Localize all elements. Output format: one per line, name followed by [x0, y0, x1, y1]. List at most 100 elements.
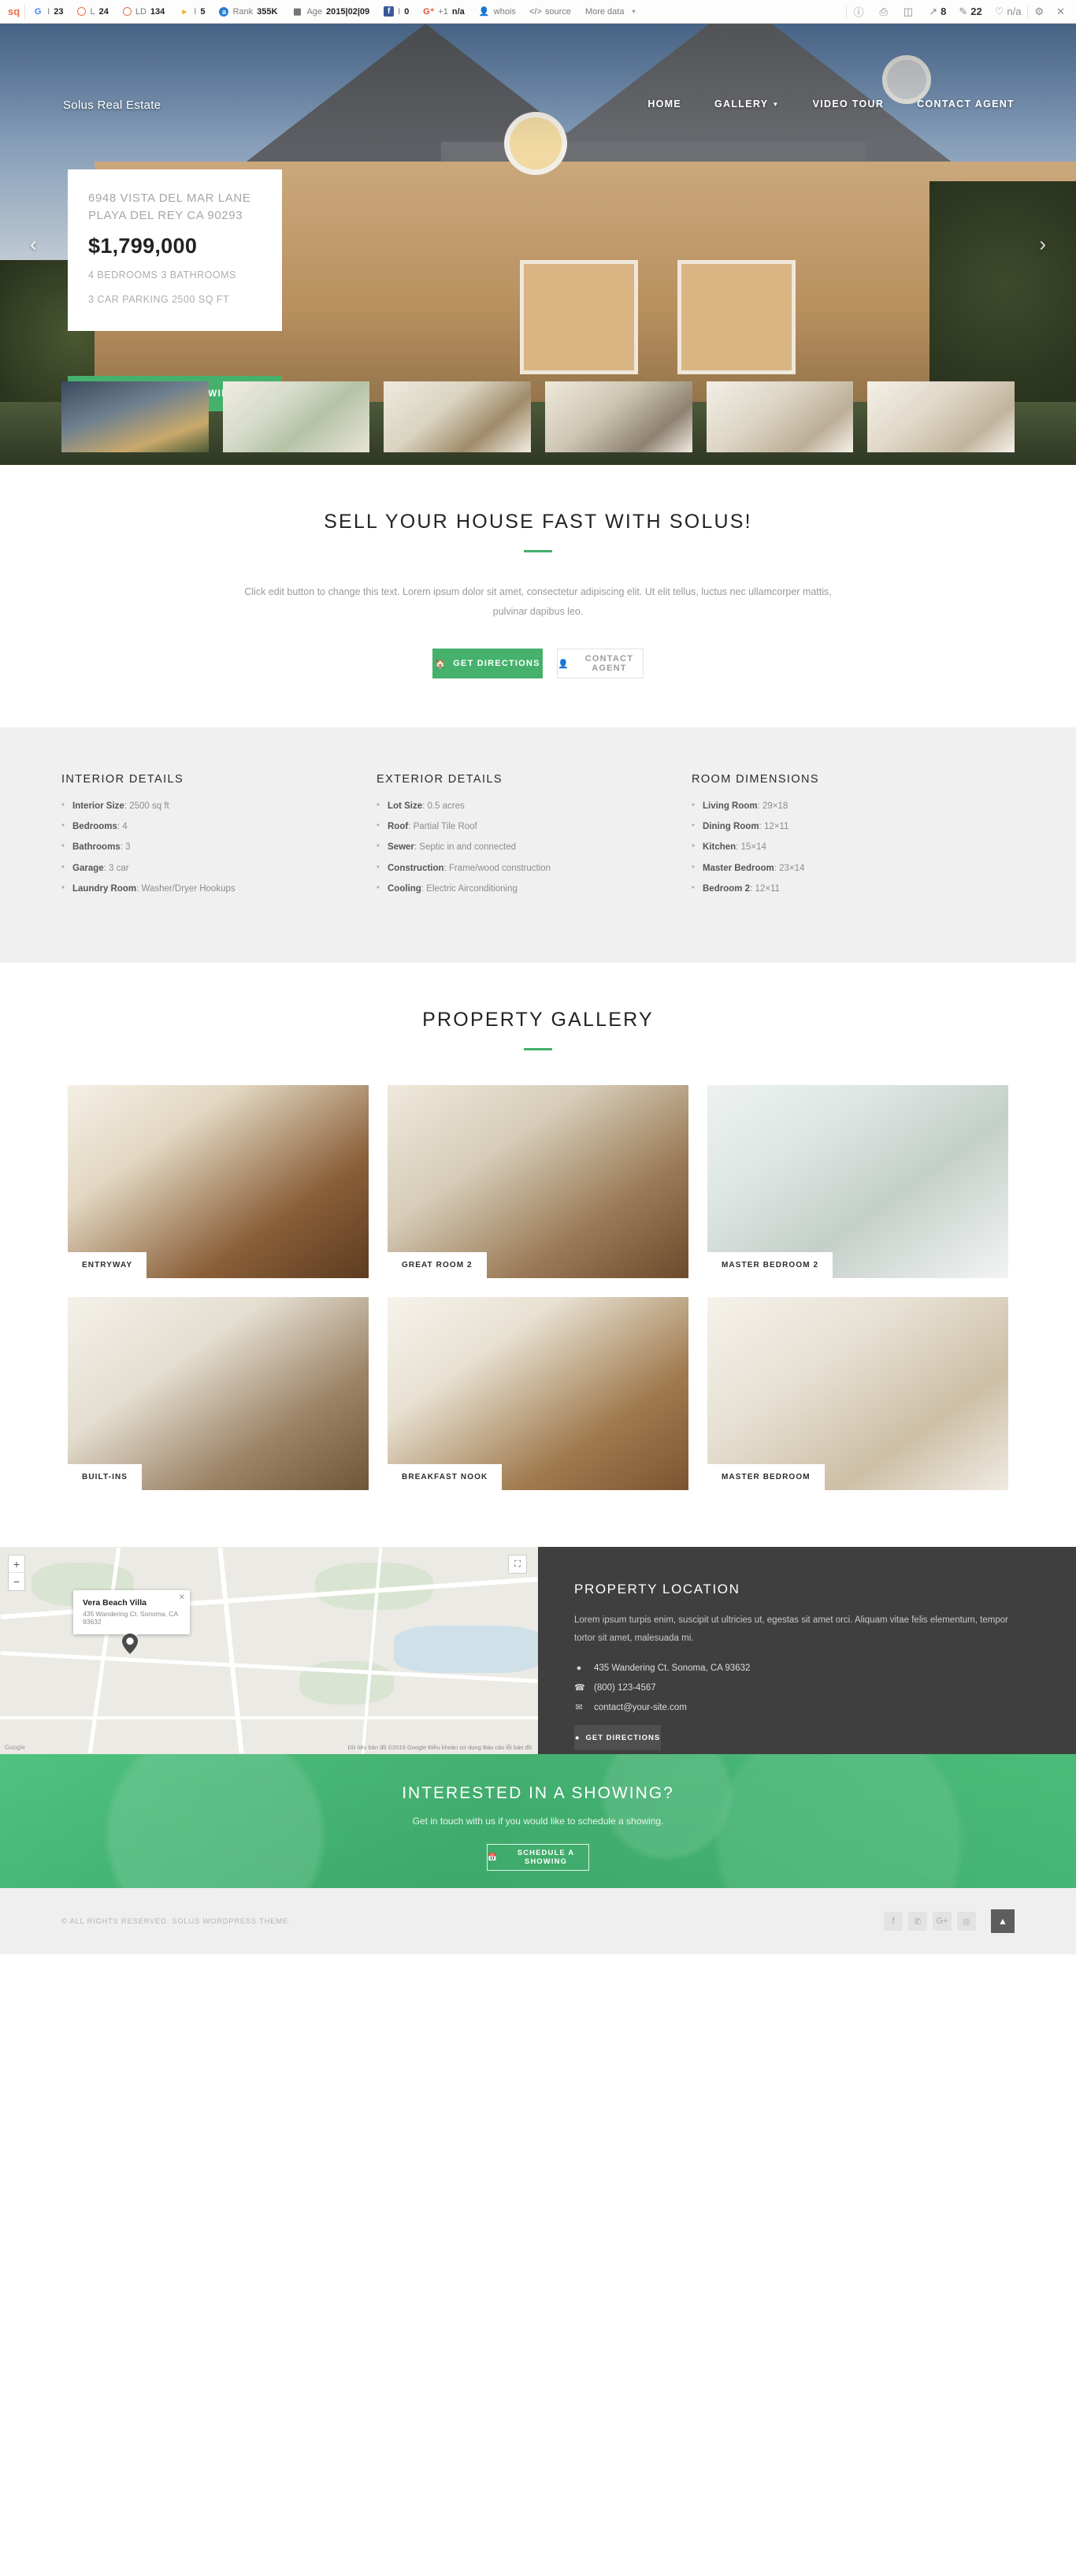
highlight-icon: ⎙: [879, 5, 888, 17]
detail-label: Living Room: [703, 801, 758, 811]
health-icon: ♡: [994, 5, 1004, 17]
instagram-icon[interactable]: ◎: [957, 1912, 976, 1931]
settings-button[interactable]: ⚙: [1028, 6, 1050, 18]
tool-health[interactable]: ♡ n/a: [989, 6, 1028, 18]
hero-thumb-6[interactable]: [867, 381, 1015, 452]
gallery-item[interactable]: MASTER BEDROOM: [707, 1297, 1008, 1491]
contact-text: (800) 123-4567: [594, 1682, 656, 1693]
metric-alexa-rank[interactable]: a Rank 355K: [212, 2, 284, 21]
map-pin-icon[interactable]: [122, 1634, 138, 1655]
seo-toolbar: sq G I 23 L 24 LD 134 ▸ I 5 a Rank 355K …: [0, 0, 1076, 24]
gallery-title: PROPERTY GALLERY: [422, 1009, 654, 1032]
site-brand[interactable]: Solus Real Estate: [63, 99, 161, 112]
gallery-caption: BUILT-INS: [68, 1464, 143, 1491]
get-directions-button[interactable]: 🏠 GET DIRECTIONS: [432, 649, 543, 678]
metric-moz-linking-domains[interactable]: LD 134: [116, 2, 172, 21]
link-label: source: [544, 6, 571, 17]
nav-item-contact-agent[interactable]: CONTACT AGENT: [917, 99, 1015, 110]
property-location-panel: PROPERTY LOCATION Lorem ipsum turpis eni…: [538, 1547, 1076, 1755]
metric-label: Age: [306, 6, 323, 17]
map-attribution: Google: [5, 1744, 25, 1752]
map-road: [0, 1716, 538, 1720]
link-whois[interactable]: 👤 whois: [472, 2, 523, 21]
twitter-icon[interactable]: ✆: [908, 1912, 927, 1931]
metric-google[interactable]: G I 23: [25, 2, 70, 21]
tool-external-links[interactable]: ↗ 8: [922, 6, 952, 18]
detail-item: Laundry Room: Washer/Dryer Hookups: [61, 883, 353, 894]
section-divider: [524, 550, 552, 552]
tool-value: 22: [970, 6, 982, 17]
nav-label: CONTACT AGENT: [917, 99, 1015, 110]
property-gallery-section: PROPERTY GALLERY ENTRYWAY GREAT ROOM 2 M…: [0, 963, 1076, 1522]
close-toolbar-button[interactable]: ✕: [1050, 6, 1071, 18]
info-icon: ⓘ: [853, 6, 864, 18]
detail-label: Interior Size: [72, 801, 124, 811]
metric-label: I: [194, 6, 197, 17]
showing-cta-section: INTERESTED IN A SHOWING? Get in touch wi…: [0, 1754, 1076, 1889]
tool-internal-links[interactable]: ✎ 22: [952, 6, 988, 18]
hero-thumb-5[interactable]: [706, 381, 854, 452]
hero-thumb-1[interactable]: [61, 381, 209, 452]
map-info-window: ✕ Vera Beach Villa 435 Wandering Ct. Son…: [73, 1590, 190, 1642]
detail-value: 29×18: [762, 801, 788, 811]
seoquake-logo[interactable]: sq: [5, 6, 24, 17]
map-fullscreen-button[interactable]: ⛶: [508, 1555, 527, 1574]
detail-value: Partial Tile Roof: [413, 822, 477, 832]
hero-thumb-4[interactable]: [545, 381, 692, 452]
close-icon[interactable]: ✕: [179, 1593, 185, 1602]
back-to-top-button[interactable]: ▲: [991, 1909, 1015, 1934]
nav-item-gallery[interactable]: GALLERY ▼: [714, 99, 780, 110]
detail-list: Interior Size: 2500 sq ft Bedrooms: 4 Ba…: [61, 801, 353, 894]
map-pin-icon: ●: [576, 1663, 582, 1674]
map-zoom-out-button[interactable]: −: [9, 1573, 24, 1590]
metric-value: 355K: [257, 6, 278, 17]
tool-info[interactable]: ⓘ: [847, 4, 873, 19]
map-terms[interactable]: Dữ liệu bản đồ ©2019 Google Điều khoản s…: [347, 1744, 532, 1751]
nav-label: VIDEO TOUR: [812, 99, 885, 110]
metric-domain-age[interactable]: ▦ Age 2015|02|09: [284, 2, 377, 21]
detail-value: Washer/Dryer Hookups: [141, 883, 236, 894]
more-data-dropdown[interactable]: More data ▾: [578, 2, 647, 21]
detail-list: Lot Size: 0.5 acres Roof: Partial Tile R…: [377, 801, 668, 894]
gallery-item[interactable]: MASTER BEDROOM 2: [707, 1085, 1008, 1279]
metric-facebook[interactable]: f I 0: [377, 2, 416, 21]
location-get-directions-button[interactable]: ● GET DIRECTIONS: [574, 1725, 661, 1751]
tool-highlight[interactable]: ⎙: [873, 6, 896, 18]
contact-agent-button[interactable]: 👤 CONTACT AGENT: [557, 649, 644, 678]
gallery-item[interactable]: ENTRYWAY: [68, 1085, 369, 1279]
hero-thumb-2[interactable]: [222, 381, 370, 452]
tool-page-analysis[interactable]: ◫: [897, 6, 922, 18]
cta-schedule-showing-button[interactable]: 📅 SCHEDULE A SHOWING: [487, 1844, 589, 1872]
detail-item: Sewer: Septic in and connected: [377, 842, 668, 853]
detail-label: Cooling: [388, 883, 421, 894]
metric-googleplus[interactable]: G⁺ +1 n/a: [416, 2, 471, 21]
fullscreen-icon: ⛶: [514, 1559, 521, 1569]
detail-item: Roof: Partial Tile Roof: [377, 821, 668, 832]
hero-thumb-3[interactable]: [384, 381, 532, 452]
hero-slider: Solus Real Estate HOME GALLERY ▼ VIDEO T…: [0, 24, 1076, 465]
contact-email[interactable]: ✉ contact@your-site.com: [574, 1702, 1040, 1713]
property-price: $1,799,000: [88, 233, 198, 258]
detail-label: Laundry Room: [72, 883, 137, 894]
detail-value: 4: [122, 822, 128, 832]
map-zoom-in-button[interactable]: +: [9, 1556, 24, 1574]
google-map[interactable]: + − ⛶ ✕ Vera Beach Villa 435 Wandering C…: [0, 1547, 538, 1755]
metric-moz-links[interactable]: L 24: [70, 2, 115, 21]
gallery-item[interactable]: BUILT-INS: [68, 1297, 369, 1491]
googleplus-icon[interactable]: G+: [933, 1912, 952, 1931]
detail-value: 0.5 acres: [427, 801, 465, 811]
slider-prev-button[interactable]: ‹: [30, 232, 37, 257]
hero-content: Solus Real Estate HOME GALLERY ▼ VIDEO T…: [0, 24, 1076, 465]
gallery-item[interactable]: GREAT ROOM 2: [388, 1085, 688, 1279]
nav-item-video-tour[interactable]: VIDEO TOUR: [813, 99, 885, 110]
gallery-item[interactable]: BREAKFAST NOOK: [388, 1297, 688, 1491]
facebook-icon[interactable]: f: [884, 1912, 903, 1931]
link-source[interactable]: </> source: [523, 2, 578, 21]
mail-icon: ✉: [575, 1703, 583, 1713]
metric-yandex[interactable]: ▸ I 5: [172, 2, 212, 21]
slider-next-button[interactable]: ›: [1039, 232, 1046, 257]
copyright-text: © ALL RIGHTS RESERVED. SOLUS WORDPRESS T…: [61, 1916, 291, 1926]
nav-item-home[interactable]: HOME: [647, 99, 681, 110]
detail-item: Bathrooms: 3: [61, 842, 353, 853]
gallery-caption: MASTER BEDROOM 2: [707, 1252, 833, 1279]
